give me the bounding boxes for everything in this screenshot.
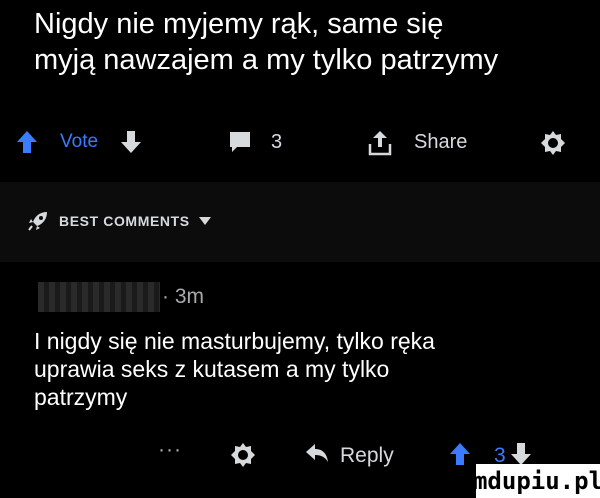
post-title-line: Nigdy nie myjemy rąk, same się <box>34 8 444 40</box>
award-icon <box>541 131 565 155</box>
rocket-icon <box>28 212 47 231</box>
comment-award-button[interactable] <box>230 442 256 468</box>
comment-upvote-button[interactable] <box>449 442 471 466</box>
comment-count: 3 <box>271 131 283 153</box>
share-icon <box>368 131 392 156</box>
arrow-down-icon <box>121 131 141 153</box>
share-label: Share <box>414 131 468 153</box>
post-title: Nigdy nie myjemy rąk, same się myją nawz… <box>34 6 574 78</box>
award-button[interactable] <box>540 130 566 156</box>
more-options-button[interactable]: ··· <box>158 438 182 462</box>
arrow-down-icon <box>511 443 531 465</box>
comment-downvote-button[interactable] <box>510 442 532 466</box>
vote-label: Vote <box>60 131 99 152</box>
award-icon <box>231 443 255 467</box>
comments-button[interactable] <box>228 130 252 154</box>
comment-body-line: uprawia seks z kutasem a my tylko <box>34 356 390 382</box>
comment-sort-selector[interactable]: BEST COMMENTS <box>26 209 211 233</box>
comment-timestamp: · 3m <box>162 285 204 308</box>
comment-body: I nigdy się nie masturbujemy, tylko ręka… <box>34 327 574 411</box>
reply-icon <box>306 444 328 462</box>
caret-down-icon <box>198 217 211 225</box>
post-title-line: myją nawzajem a my tylko patrzymy <box>34 44 499 76</box>
sort-label: BEST COMMENTS <box>59 213 190 229</box>
downvote-button[interactable] <box>120 130 142 154</box>
comment-body-line: patrzymy <box>34 384 128 410</box>
upvote-button[interactable] <box>16 130 38 154</box>
watermark: mdupiu.pl <box>473 464 600 498</box>
arrow-up-icon <box>17 131 37 153</box>
comment-body-line: I nigdy się nie masturbujemy, tylko ręka <box>34 328 435 354</box>
avatar[interactable] <box>38 282 160 312</box>
arrow-up-icon <box>450 443 470 465</box>
comment-icon <box>230 132 250 152</box>
post-action-bar: Vote 3 Share <box>0 120 600 168</box>
reply-button[interactable] <box>305 442 329 464</box>
reply-label: Reply <box>340 444 394 467</box>
share-button[interactable] <box>368 130 392 156</box>
